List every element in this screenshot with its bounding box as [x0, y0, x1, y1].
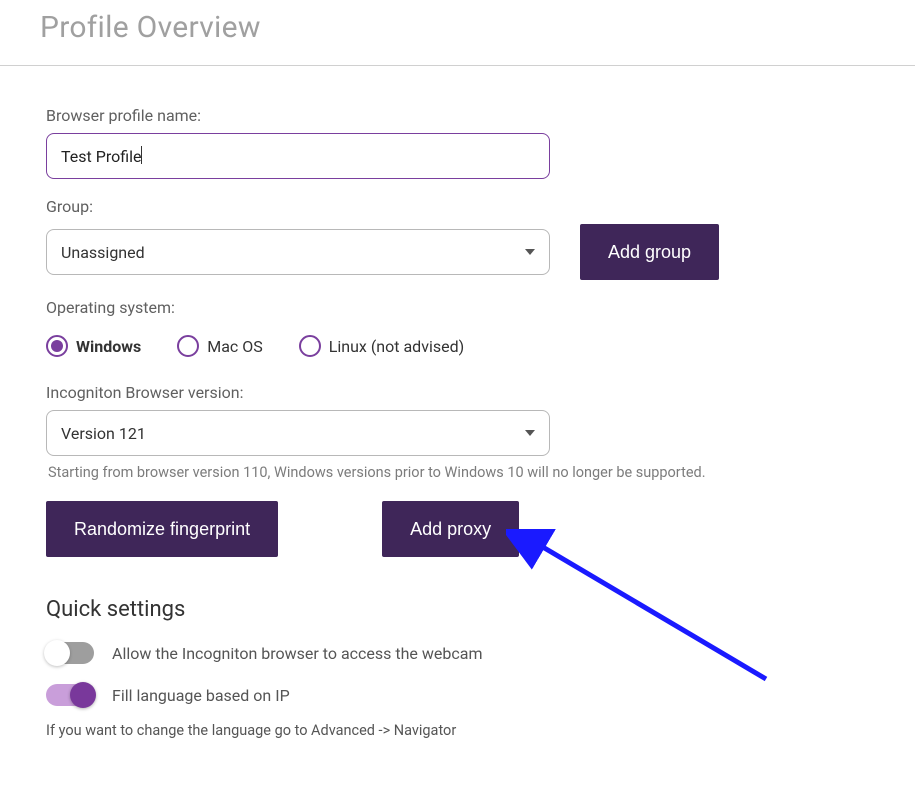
- profile-name-label: Browser profile name:: [46, 106, 869, 125]
- add-group-button[interactable]: Add group: [580, 224, 719, 280]
- radio-icon: [299, 335, 321, 357]
- language-toggle[interactable]: [46, 684, 94, 706]
- text-cursor: [141, 146, 142, 164]
- radio-icon: [46, 335, 68, 357]
- os-radio-linux[interactable]: Linux (not advised): [299, 335, 464, 357]
- os-radio-label: Mac OS: [207, 337, 263, 356]
- action-buttons-row: Randomize fingerprint Add proxy: [46, 501, 869, 557]
- randomize-fingerprint-button[interactable]: Randomize fingerprint: [46, 501, 278, 557]
- os-radio-label: Windows: [76, 337, 141, 356]
- radio-icon: [177, 335, 199, 357]
- browser-version-selected: Version 121: [61, 424, 146, 443]
- profile-name-value: Test Profile: [61, 147, 141, 166]
- group-select[interactable]: Unassigned: [46, 229, 550, 275]
- caret-down-icon: [525, 249, 535, 255]
- webcam-toggle-row: Allow the Incogniton browser to access t…: [46, 642, 869, 664]
- language-toggle-label: Fill language based on IP: [112, 686, 290, 705]
- caret-down-icon: [525, 430, 535, 436]
- browser-version-helper: Starting from browser version 110, Windo…: [46, 464, 869, 481]
- language-note: If you want to change the language go to…: [46, 722, 869, 739]
- content: Browser profile name: Test Profile Group…: [0, 66, 915, 779]
- group-label: Group:: [46, 197, 869, 216]
- browser-version-select[interactable]: Version 121: [46, 410, 550, 456]
- os-radio-group: Windows Mac OS Linux (not advised): [46, 335, 869, 357]
- browser-version-label: Incogniton Browser version:: [46, 383, 869, 402]
- quick-settings-title: Quick settings: [46, 597, 869, 622]
- page-title: Profile Overview: [40, 10, 875, 45]
- os-radio-label: Linux (not advised): [329, 337, 464, 356]
- webcam-toggle[interactable]: [46, 642, 94, 664]
- os-radio-macos[interactable]: Mac OS: [177, 335, 263, 357]
- language-toggle-row: Fill language based on IP: [46, 684, 869, 706]
- profile-name-input[interactable]: Test Profile: [46, 133, 550, 179]
- page-header: Profile Overview: [0, 0, 915, 66]
- os-label: Operating system:: [46, 298, 869, 317]
- group-selected: Unassigned: [61, 243, 145, 262]
- os-radio-windows[interactable]: Windows: [46, 335, 141, 357]
- webcam-toggle-label: Allow the Incogniton browser to access t…: [112, 644, 482, 663]
- add-proxy-button[interactable]: Add proxy: [382, 501, 519, 557]
